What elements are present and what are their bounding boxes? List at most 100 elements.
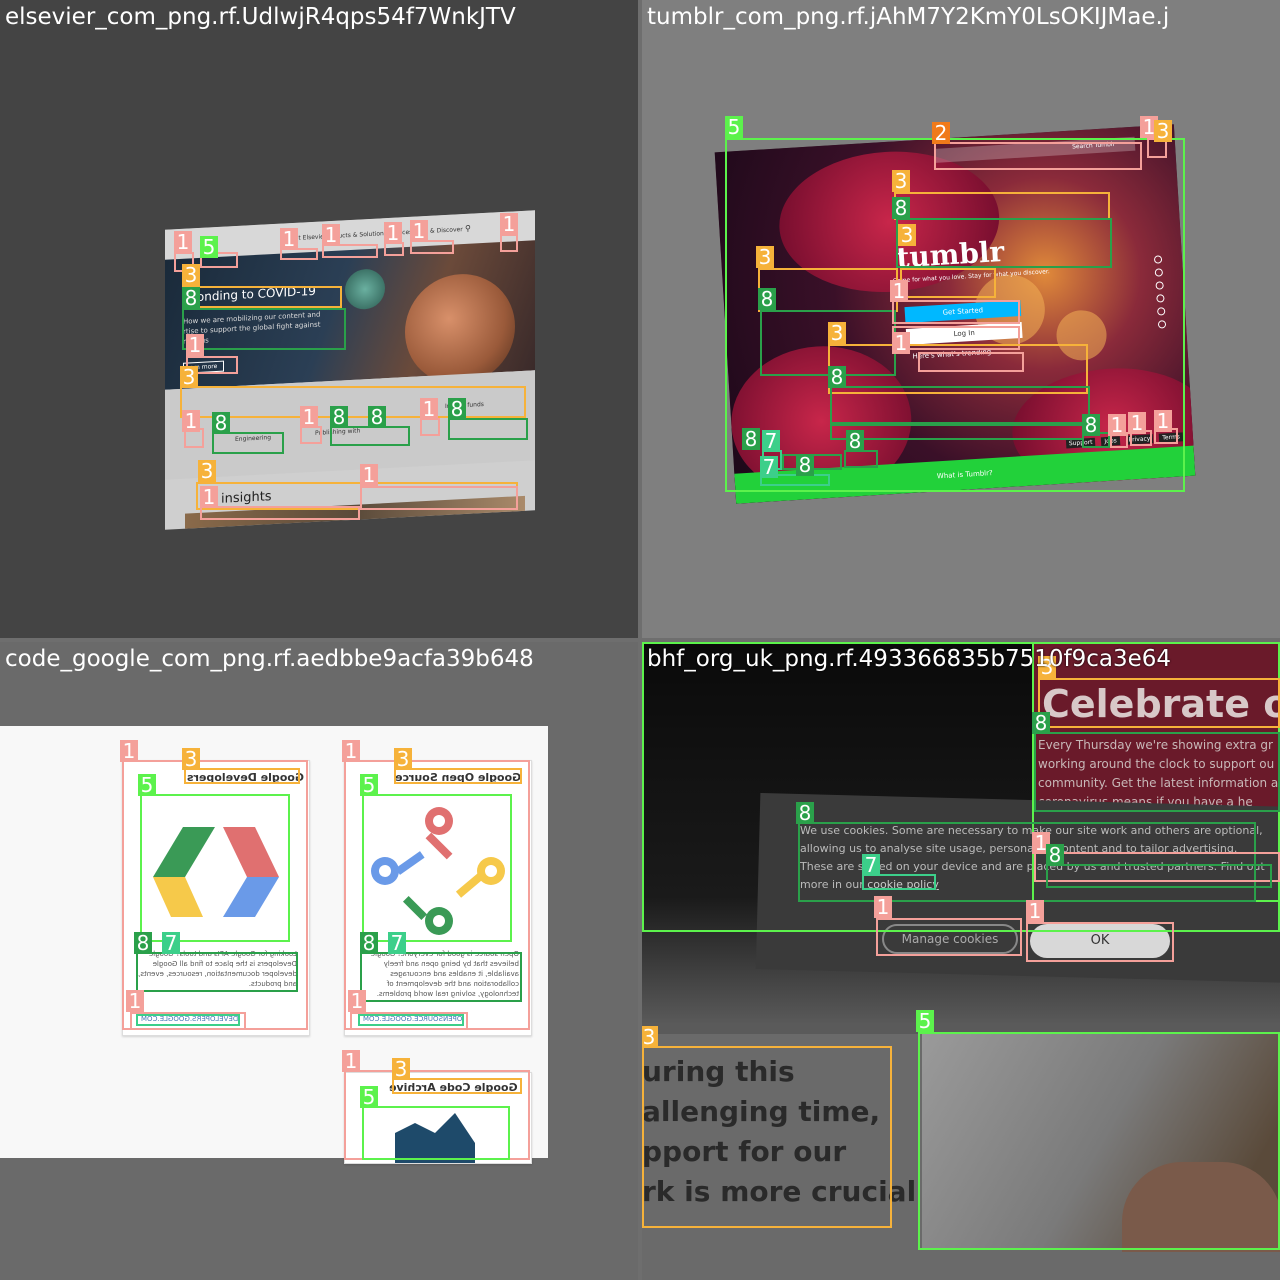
big-text: uring this allenging time, pport for our… [642, 1052, 916, 1212]
bbox-label: 1 [120, 740, 138, 762]
panel-title: tumblr_com_png.rf.jAhM7Y2KmY0LsOKIJMae.j [647, 4, 1170, 30]
bbox-label: 5 [138, 774, 156, 796]
bbox-label: 7 [162, 932, 180, 954]
ok-button[interactable]: OK [1030, 924, 1170, 958]
bbox-label: 1 [1026, 900, 1044, 922]
bbox-label: 8 [182, 287, 200, 309]
panel-google-code: code_google_com_png.rf.aedbbe9acfa39b648… [0, 642, 638, 1280]
panel-title: code_google_com_png.rf.aedbbe9acfa39b648 [5, 646, 534, 672]
bbox-label: 8 [828, 366, 846, 388]
panel-elsevier: elsevier_com_png.rf.UdlwjR4qps54f7WnkJTV… [0, 0, 638, 638]
bbox-label: 8 [368, 406, 386, 428]
bbox-label: 1 [420, 398, 438, 420]
bbox-label: 8 [796, 802, 814, 824]
bbox-label: 3 [642, 1026, 658, 1048]
card-description: Open source is good for everyone! Google… [370, 950, 519, 998]
big-text-line: rk is more crucial [642, 1175, 917, 1208]
bbox-label: 1 [182, 410, 200, 432]
card-title[interactable]: Google Code Archive [389, 1081, 518, 1094]
bbox-label: 3 [756, 246, 774, 268]
cookie-policy-link[interactable]: cookie policy [867, 878, 939, 891]
bbox-label: 8 [1082, 414, 1100, 436]
bbox-label: 1 [874, 896, 892, 918]
bbox-label: 5 [200, 236, 218, 258]
virus-image-large [405, 271, 515, 388]
bbox-label: 8 [1032, 712, 1050, 734]
bbox-label: 8 [758, 288, 776, 310]
bbox-label: 1 [126, 990, 144, 1012]
bbox-label: 2 [932, 122, 950, 144]
bbox-label: 8 [796, 454, 814, 476]
bbox-label: 1 [280, 228, 298, 250]
card-title[interactable]: Google Developers [187, 771, 304, 784]
bbox-label: 8 [330, 406, 348, 428]
bbox-label: 1 [342, 1050, 360, 1072]
bbox-label: 5 [642, 642, 658, 644]
bbox-label: 3 [828, 322, 846, 344]
bbox-label: 8 [360, 932, 378, 954]
bbox-label: 1 [174, 231, 192, 253]
bbox-label: 1 [384, 222, 402, 244]
bbox-label: 1 [200, 486, 218, 508]
footer-link[interactable]: Jobs [1101, 436, 1121, 447]
hero-text: How we are mobilizing our content and rt… [183, 310, 321, 346]
bbox-label: 8 [448, 398, 466, 420]
celebrate-heading: Celebrate ou [1042, 682, 1280, 726]
card-link[interactable]: DEVELOPERS.GOOGLE.COM [141, 1015, 238, 1023]
panel-bhf: Celebrate ou Every Thursday we're showin… [642, 642, 1280, 1280]
bbox-label: 1 [1154, 410, 1172, 432]
panel-title: elsevier_com_png.rf.UdlwjR4qps54f7WnkJTV [5, 4, 516, 30]
person-image [1122, 1162, 1280, 1252]
elsevier-page: About Elsevier Products & Solutions Serv… [165, 210, 535, 530]
bbox-label: 3 [892, 170, 910, 192]
bbox-label: 3 [182, 748, 200, 770]
bbox-label: 1 [342, 740, 360, 762]
bbox-label: 1 [186, 334, 204, 356]
bbox-label: 1 [360, 464, 378, 486]
bbox-label: 1 [322, 224, 340, 246]
bbox-label: 5 [360, 774, 378, 796]
card-google-developers[interactable]: Google Developers Looking for Google API… [122, 760, 310, 1036]
bbox-label: 8 [212, 412, 230, 434]
bbox-label: 3 [392, 1058, 410, 1080]
card-title[interactable]: Google Open Source [395, 771, 521, 784]
card-description: Looking for Google APIs and tools? Googl… [138, 950, 297, 988]
archive-logo-icon [395, 1113, 475, 1163]
bbox-label: 3 [1154, 120, 1172, 142]
manage-cookies-button[interactable]: Manage cookies [882, 924, 1018, 954]
bbox-label: 7 [760, 456, 778, 478]
bbox-label: 1 [890, 280, 908, 302]
footer-link[interactable]: Support [1065, 437, 1096, 449]
bbox-label: 8 [742, 428, 760, 450]
search-icon[interactable]: ⚲ [465, 224, 471, 233]
bbox-label: 1 [1108, 414, 1126, 436]
bbox-label: 1 [410, 220, 428, 242]
panel-title: bhf_org_uk_png.rf.493366835b7510f9ca3e64 [647, 646, 1172, 672]
bbox-label: 7 [762, 430, 780, 452]
open-source-logo-icon [371, 807, 505, 935]
bbox-label: 5 [916, 1010, 934, 1032]
bbox-label: 1 [892, 332, 910, 354]
footer-link[interactable]: Terms [1159, 432, 1184, 443]
bbox-label: 3 [198, 460, 216, 482]
card-google-open-source[interactable]: Google Open Source Open source is good f… [344, 760, 532, 1036]
bbox-label: 3 [180, 366, 198, 388]
strip-item[interactable]: Engineering [235, 434, 271, 443]
bbox-label: 8 [134, 932, 152, 954]
bbox-label: 8 [846, 430, 864, 452]
developers-logo-icon [153, 827, 279, 917]
big-text-line: pport for our [642, 1135, 847, 1168]
card-link[interactable]: OPENSOURCE.GOOGLE.COM [363, 1015, 462, 1023]
bbox-label: 3 [182, 264, 200, 286]
bbox-label: 1 [1128, 412, 1146, 434]
bbox-label: 8 [892, 197, 910, 219]
footer-link[interactable]: Privacy [1125, 434, 1154, 445]
panel-tumblr: tumblr_com_png.rf.jAhM7Y2KmY0LsOKIJMae.j… [642, 0, 1280, 638]
bbox-label: 3 [898, 224, 916, 246]
big-text-line: uring this [642, 1055, 795, 1088]
bbox-label: 1 [500, 213, 518, 235]
bbox-label: 5 [725, 116, 743, 138]
bbox-label: 1 [348, 990, 366, 1012]
tumblr-page: Search Tumblr tumblr Come for what you l… [714, 124, 1196, 504]
bbox-label: 1 [300, 406, 318, 428]
